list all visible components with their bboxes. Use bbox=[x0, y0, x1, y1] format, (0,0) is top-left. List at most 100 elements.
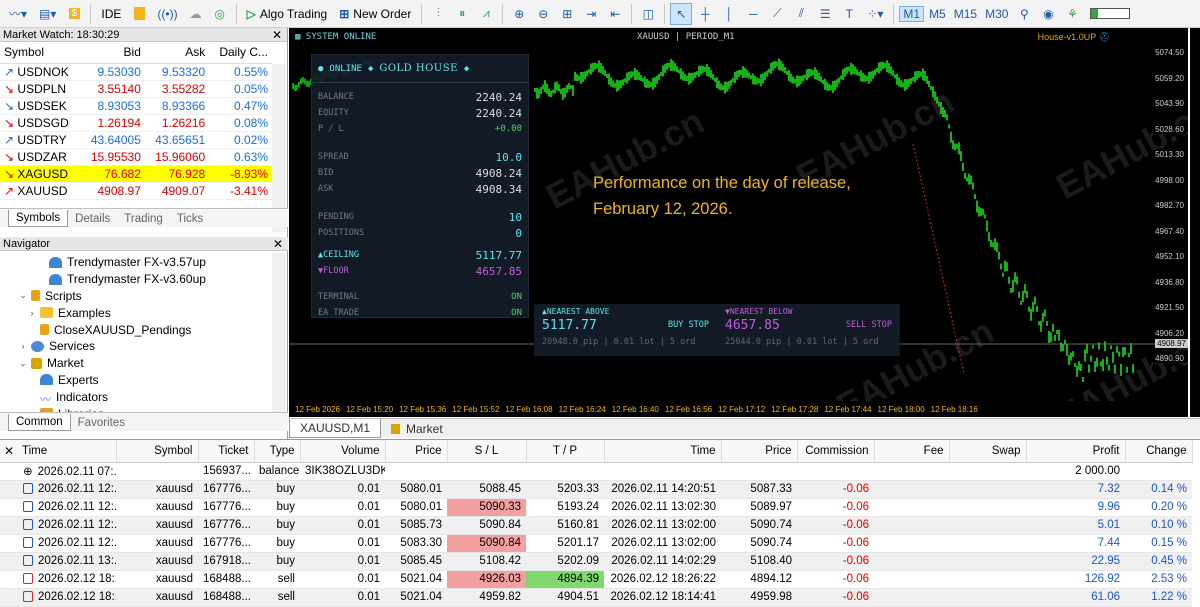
cloud-icon[interactable]: ☁ bbox=[185, 3, 207, 25]
col-header[interactable]: T / P bbox=[526, 440, 605, 463]
trade-row[interactable]: 2026.02.11 12:... xauusd 167776... buy 0.01 5… bbox=[0, 480, 1192, 499]
market-watch-row[interactable]: ↘ USDZAR 15.95530 15.96060 0.63% bbox=[0, 148, 272, 166]
navigator-scrollbar[interactable] bbox=[272, 253, 286, 417]
tab-favorites[interactable]: Favorites bbox=[71, 415, 132, 431]
col-header[interactable]: Change bbox=[1125, 440, 1193, 463]
market-watch-row[interactable]: ↘ USDSEK 8.93053 8.93366 0.47% bbox=[0, 97, 272, 115]
account-icon[interactable]: ◉ bbox=[1037, 3, 1059, 25]
line-chart-icon[interactable]: ⩘ bbox=[475, 3, 497, 25]
navigator-item[interactable]: › Services bbox=[0, 338, 288, 355]
trade-row[interactable]: 2026.02.11 12:... xauusd 167776... buy 0.01 5… bbox=[0, 516, 1192, 535]
zoom-out-icon[interactable]: ⊖ bbox=[532, 3, 554, 25]
ide-button[interactable]: IDE bbox=[96, 3, 126, 25]
text-icon[interactable]: T bbox=[838, 3, 860, 25]
col-header[interactable]: Price bbox=[385, 440, 448, 463]
market-watch-row[interactable]: ↗ XAUUSD 4908.97 4909.07 -3.41% bbox=[0, 182, 272, 200]
autoscroll-icon[interactable]: ⇥ bbox=[580, 3, 602, 25]
navigator-item[interactable]: ⌄ Scripts bbox=[0, 288, 288, 305]
trade-row[interactable]: 2026.02.12 18:... xauusd 168488... sell 0.01… bbox=[0, 588, 1192, 607]
bar-chart-icon[interactable]: ⫶ bbox=[427, 3, 449, 25]
chart-type-icon[interactable]: 〰▾ bbox=[4, 3, 32, 25]
timeframe-m5[interactable]: M5 bbox=[926, 7, 949, 21]
algo-trading-button[interactable]: ▷ Algo Trading bbox=[242, 3, 333, 25]
toolbox-close-icon[interactable]: ✕ bbox=[4, 444, 14, 458]
fibonacci-icon[interactable]: ☰ bbox=[814, 3, 836, 25]
zoom-in-icon[interactable]: ⊕ bbox=[508, 3, 530, 25]
screenshot-icon[interactable]: ◫ bbox=[637, 3, 659, 25]
price-chart[interactable]: ▦ SYSTEM ONLINE XAUUSD | PERIOD_M1 House… bbox=[289, 28, 1188, 417]
navigator-item[interactable]: Experts bbox=[0, 372, 288, 389]
bid-cell: 76.682 bbox=[80, 165, 145, 183]
channel-icon[interactable]: ⫽ bbox=[790, 3, 812, 25]
tab-common[interactable]: Common bbox=[8, 414, 71, 431]
grid-icon[interactable]: ⊞ bbox=[556, 3, 578, 25]
expand-icon[interactable]: ⌄ bbox=[17, 358, 29, 369]
market-bag-icon[interactable] bbox=[128, 3, 150, 25]
trade-row[interactable]: 2026.02.11 13:... xauusd 167918... buy 0.01 5… bbox=[0, 552, 1192, 571]
navigator-item[interactable]: Trendymaster FX-v3.57up bbox=[0, 254, 288, 271]
tab-symbols[interactable]: Symbols bbox=[8, 210, 69, 227]
col-header[interactable]: Volume bbox=[300, 440, 386, 463]
navigator-item[interactable]: CloseXAUUSD_Pendings bbox=[0, 321, 288, 338]
navigator-item[interactable]: › Examples bbox=[0, 304, 288, 321]
market-watch-row[interactable]: ↘ USDPLN 3.55140 3.55282 0.05% bbox=[0, 80, 272, 98]
tab-trading[interactable]: Trading bbox=[117, 211, 170, 227]
market-watch-row[interactable]: ↗ USDNOK 9.53030 9.53320 0.55% bbox=[0, 63, 272, 81]
col-header[interactable]: Ticket bbox=[198, 440, 255, 463]
expand-icon[interactable]: ⌄ bbox=[17, 290, 29, 301]
sell-stop-label[interactable]: SELL STOP bbox=[846, 320, 892, 330]
trade-row[interactable]: ⊕ 2026.02.11 07:... 156937... balance 3IK38O… bbox=[0, 462, 1192, 481]
market-watch-scrollbar[interactable] bbox=[272, 64, 286, 232]
timeframe-m15[interactable]: M15 bbox=[951, 7, 980, 21]
close-icon[interactable]: ✕ bbox=[272, 28, 287, 42]
market-watch-row[interactable]: ↘ XAGUSD 76.682 76.928 -8.93% bbox=[0, 165, 272, 183]
shapes-icon[interactable]: ⁘▾ bbox=[862, 3, 888, 25]
chart-shift-icon[interactable]: ⇤ bbox=[604, 3, 626, 25]
trade-row[interactable]: 2026.02.11 12:... xauusd 167776... buy 0.01 5… bbox=[0, 498, 1192, 517]
col-header[interactable]: Time bbox=[604, 440, 722, 463]
cursor-icon[interactable]: ↖ bbox=[670, 2, 693, 25]
vps-icon[interactable]: ◎ bbox=[209, 3, 231, 25]
col-bid[interactable]: Bid bbox=[80, 42, 145, 64]
trade-row[interactable]: 2026.02.12 18:... xauusd 168488... sell 0.01… bbox=[0, 570, 1192, 589]
crosshair-icon[interactable]: ┼ bbox=[694, 3, 716, 25]
col-header[interactable]: Type bbox=[254, 440, 301, 463]
tab-details[interactable]: Details bbox=[68, 211, 117, 227]
market-watch-row[interactable]: ↗ USDTRY 43.64005 43.65651 0.02% bbox=[0, 131, 272, 149]
col-header[interactable]: Time bbox=[0, 440, 117, 463]
deposit-icon[interactable]: $ bbox=[63, 3, 85, 25]
col-header[interactable]: Fee bbox=[874, 440, 950, 463]
timeframe-m1[interactable]: M1 bbox=[899, 5, 925, 22]
signal-strength-icon[interactable]: ⚘ bbox=[1061, 3, 1083, 25]
trade-row[interactable]: 2026.02.11 12:... xauusd 167776... buy 0.01 5… bbox=[0, 534, 1192, 553]
new-order-button[interactable]: ⊞ New Order bbox=[334, 3, 416, 25]
vertical-line-icon[interactable]: │ bbox=[718, 3, 740, 25]
candle-chart-icon[interactable]: ⏸ bbox=[451, 3, 473, 25]
expand-icon[interactable]: › bbox=[26, 308, 38, 318]
col-symbol[interactable]: Symbol bbox=[0, 42, 81, 64]
col-header[interactable]: Price bbox=[721, 440, 798, 463]
col-header[interactable]: Symbol bbox=[116, 440, 199, 463]
buy-stop-label[interactable]: BUY STOP bbox=[668, 320, 709, 330]
chart-template-icon[interactable]: ▤▾ bbox=[34, 3, 61, 25]
navigator-item[interactable]: Trendymaster FX-v3.60up bbox=[0, 271, 288, 288]
col-ask[interactable]: Ask bbox=[144, 42, 210, 64]
tab-ticks[interactable]: Ticks bbox=[170, 211, 210, 227]
col-header[interactable]: Commission bbox=[797, 440, 875, 463]
horizontal-line-icon[interactable]: ─ bbox=[742, 3, 764, 25]
navigator-item[interactable]: ⌄ Market bbox=[0, 355, 288, 372]
trendline-icon[interactable]: ⟋ bbox=[766, 3, 788, 25]
expand-icon[interactable]: › bbox=[17, 341, 29, 351]
tab-xauusd-m1[interactable]: XAUUSD,M1 bbox=[289, 419, 382, 438]
signals-icon[interactable]: ((•)) bbox=[152, 3, 182, 25]
search-icon[interactable]: ⚲ bbox=[1013, 3, 1035, 25]
col-header[interactable]: Swap bbox=[949, 440, 1027, 463]
tab-market[interactable]: Market bbox=[381, 420, 453, 438]
col-header[interactable]: S / L bbox=[447, 440, 527, 463]
close-icon[interactable]: ✕ bbox=[273, 237, 288, 251]
navigator-item[interactable]: 〰 Indicators bbox=[0, 388, 288, 407]
timeframe-m30[interactable]: M30 bbox=[982, 7, 1011, 21]
col-daily-change[interactable]: Daily C... bbox=[209, 42, 272, 64]
market-watch-row[interactable]: ↘ USDSGD 1.26194 1.26216 0.08% bbox=[0, 114, 272, 132]
col-header[interactable]: Profit bbox=[1026, 440, 1126, 463]
